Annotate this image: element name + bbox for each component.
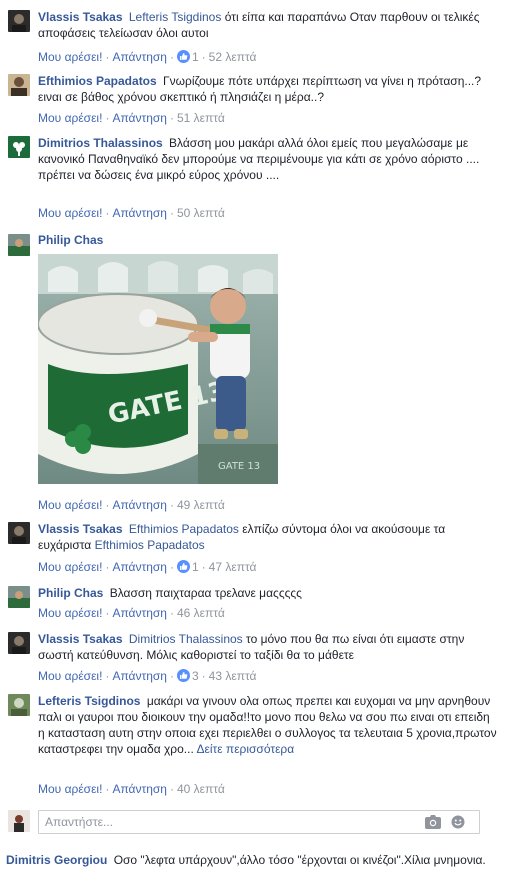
like-reaction-icon[interactable] [176,50,190,63]
separator: · [105,498,110,512]
comment-timestamp[interactable]: 51 λεπτά [177,111,225,125]
avatar[interactable] [8,10,30,32]
comment-author[interactable]: Vlassis Tsakas [38,522,123,536]
separator: · [169,669,174,683]
like-link[interactable]: Μου αρέσει! [38,669,102,683]
comment-body: Vlassis Tsakas Lefteris Tsigdinos ότι εί… [38,9,498,41]
comment-body: Vlassis Tsakas Efthimios Papadatos ελπίζ… [38,521,498,553]
like-link[interactable]: Μου αρέσει! [38,782,102,796]
comment-actions: Μου αρέσει! · Απάντηση · 51 λεπτά [38,111,225,125]
comment-body: Dimitrios Thalassinos Βλάσση μου μακάρι … [38,135,498,183]
comment-actions: Μου αρέσει! · Απάντηση · 1 · 52 λεπτά [38,50,257,64]
like-link[interactable]: Μου αρέσει! [38,606,102,620]
comment-timestamp[interactable]: 46 λεπτά [177,606,225,620]
separator: · [169,606,174,620]
reply-input[interactable] [39,811,419,833]
avatar[interactable] [8,586,30,608]
photo-label: GATE 13 [218,461,260,472]
comment-actions: Μου αρέσει! · Απάντηση · 46 λεπτά [38,606,225,620]
like-link[interactable]: Μου αρέσει! [38,206,102,220]
avatar[interactable] [8,632,30,654]
reply-link[interactable]: Απάντηση [112,669,167,683]
comment-text: Βλασση παιχταραα τρελανε μαςςςςς [109,586,302,600]
current-user-avatar [8,810,30,832]
like-link[interactable]: Μου αρέσει! [38,50,102,64]
comment-author[interactable]: Vlassis Tsakas [38,632,123,646]
reaction-count[interactable]: 3 [192,669,199,683]
comment-author[interactable]: Philip Chas [38,233,103,247]
avatar[interactable] [8,522,30,544]
separator: · [105,669,110,683]
avatar[interactable] [8,234,30,256]
reply-link[interactable]: Απάντηση [112,498,167,512]
comment-author[interactable]: Lefteris Tsigdinos [38,694,140,708]
comment-actions: Μου αρέσει! · Απάντηση · 1 · 47 λεπτά [38,560,257,574]
separator: · [201,560,206,574]
comment-mention[interactable]: Efthimios Papadatos [129,522,239,536]
comment-photo[interactable]: GATE 13 GATE 13 [38,254,278,484]
separator: · [105,111,110,125]
comment-author[interactable]: Philip Chas [38,586,103,600]
comment-actions: Μου αρέσει! · Απάντηση · 40 λεπτά [38,782,225,796]
comment-timestamp[interactable]: 49 λεπτά [177,498,225,512]
separator: · [201,50,206,64]
reply-link[interactable]: Απάντηση [112,560,167,574]
comment-timestamp[interactable]: 52 λεπτά [209,50,257,64]
separator: · [105,606,110,620]
avatar[interactable] [8,694,30,716]
comment-actions: Μου αρέσει! · Απάντηση · 49 λεπτά [38,498,225,512]
separator: · [169,50,174,64]
comment-author[interactable]: Dimitris Georgiou [6,853,107,867]
comment-actions: Μου αρέσει! · Απάντηση · 50 λεπτά [38,206,225,220]
like-reaction-icon[interactable] [176,560,190,573]
comment-timestamp[interactable]: 47 λεπτά [209,560,257,574]
comment-mention[interactable]: Lefteris Tsigdinos [129,10,222,24]
separator: · [169,782,174,796]
separator: · [169,206,174,220]
comment-body: Philip Chas Βλασση παιχταραα τρελανε μας… [38,585,498,601]
reply-link[interactable]: Απάντηση [112,50,167,64]
like-link[interactable]: Μου αρέσει! [38,560,102,574]
reply-link[interactable]: Απάντηση [112,606,167,620]
reaction-count[interactable]: 1 [192,560,199,574]
reply-link[interactable]: Απάντηση [112,206,167,220]
separator: · [105,560,110,574]
avatar[interactable] [8,136,30,158]
comment-body: Vlassis Tsakas Dimitrios Thalassinos το … [38,631,498,663]
comment-timestamp[interactable]: 43 λεπτά [209,669,257,683]
comment-author[interactable]: Dimitrios Thalassinos [38,136,163,150]
like-reaction-icon[interactable] [176,669,190,682]
like-link[interactable]: Μου αρέσει! [38,498,102,512]
separator: · [105,206,110,220]
avatar[interactable] [8,74,30,96]
separator: · [169,498,174,512]
like-link[interactable]: Μου αρέσει! [38,111,102,125]
separator: · [105,50,110,64]
comment-timestamp[interactable]: 40 λεπτά [177,782,225,796]
comment-author[interactable]: Efthimios Papadatos [38,74,157,88]
separator: · [169,560,174,574]
reply-link[interactable]: Απάντηση [112,782,167,796]
reply-box [38,810,480,834]
separator: · [105,782,110,796]
emoji-icon[interactable] [451,815,467,829]
comment-mention[interactable]: Dimitrios Thalassinos [129,632,243,646]
comment-text: Οσο "λεφτα υπάρχουν",άλλο τόσο "έρχονται… [113,853,486,867]
comment-body: Philip Chas [38,232,498,248]
separator: · [169,111,174,125]
comment-timestamp[interactable]: 50 λεπτά [177,206,225,220]
separator: · [201,669,206,683]
comment: Dimitris Georgiou Οσο "λεφτα υπάρχουν",ά… [6,852,501,868]
comment-body: Efthimios Papadatos Γνωρίζουμε πότε υπάρ… [38,73,498,105]
see-more-link[interactable]: Δείτε περισσότερα [196,742,294,756]
reply-link[interactable]: Απάντηση [112,111,167,125]
comment-mention[interactable]: Efthimios Papadatos [95,538,205,552]
camera-icon[interactable] [425,815,441,829]
comment-author[interactable]: Vlassis Tsakas [38,10,123,24]
comment-actions: Μου αρέσει! · Απάντηση · 3 · 43 λεπτά [38,669,257,683]
reaction-count[interactable]: 1 [192,50,199,64]
comment-body: Lefteris Tsigdinos μακάρι να γινουν ολα … [38,693,498,757]
